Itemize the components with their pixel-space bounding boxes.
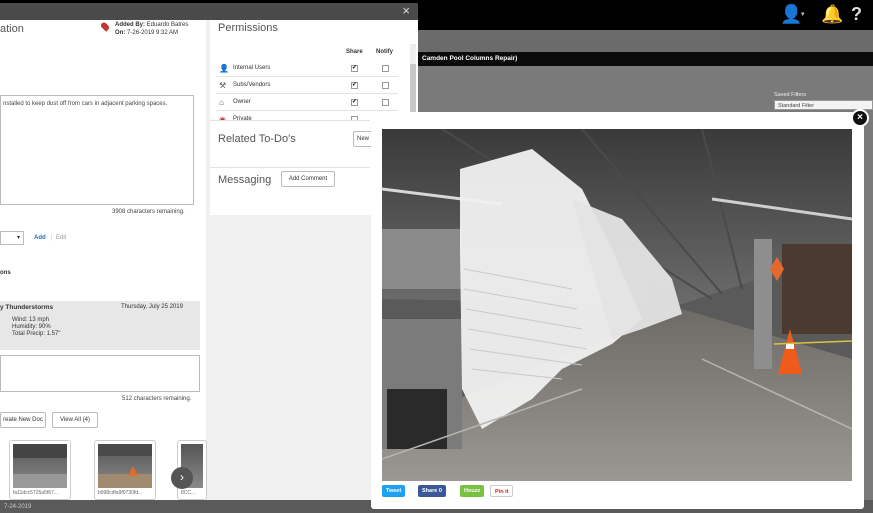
saved-filters-label: Saved Filters: [774, 92, 807, 98]
houzz-button[interactable]: Houzz: [460, 485, 485, 497]
photo-thumbnail[interactable]: fa11dcc5725a5f67...: [9, 440, 71, 500]
weather-panel: y Thunderstorms Thursday, July 25 2019 W…: [0, 301, 200, 350]
edit-link[interactable]: Edit: [56, 235, 66, 241]
bell-icon[interactable]: 🔔: [821, 4, 843, 24]
description-textarea[interactable]: nstalled to keep dust off from cars in a…: [0, 95, 194, 205]
view-all-button[interactable]: View All (4): [52, 412, 98, 428]
chevron-down-icon: ▾: [16, 235, 20, 241]
tag-select[interactable]: ▾: [0, 231, 24, 245]
weather-wind: Wind: 13 mph: [12, 317, 50, 323]
chevron-down-icon[interactable]: ▾: [801, 10, 805, 18]
saved-filters: Saved Filters Standard Filter: [774, 92, 873, 110]
daily-log-modal: × ation Added By: Eduardo Batres On: 7-2…: [0, 3, 418, 500]
description-char-count: 3908 characters remaining.: [112, 209, 185, 215]
thumbnail-caption: fa11dcc5725a5f67...: [13, 490, 58, 496]
thumbnail-image: [98, 444, 152, 488]
thumbnail-image: [13, 444, 67, 488]
notify-checkbox[interactable]: [382, 82, 389, 89]
home-icon: ⌂: [219, 98, 224, 107]
permissions-title: Permissions: [218, 22, 278, 34]
messaging-title: Messaging: [218, 174, 272, 186]
permission-row: ⌂ Owner ✔: [216, 94, 398, 111]
share-checkbox[interactable]: ✔: [351, 82, 358, 89]
weather-humidity: Humidity: 90%: [12, 324, 51, 330]
pinit-button[interactable]: Pin it: [490, 485, 514, 497]
weather-precip: Total Precip: 1.57": [12, 331, 61, 337]
location-pin-icon: [99, 21, 111, 32]
weather-condition: y Thunderstorms: [0, 304, 54, 311]
weather-date: Thursday, July 25 2019: [121, 304, 183, 310]
new-todo-button[interactable]: New: [353, 131, 373, 147]
user-icon: 👤: [219, 64, 229, 73]
help-icon[interactable]: ?: [851, 4, 862, 24]
tweet-button[interactable]: Tweet: [382, 485, 406, 497]
hammer-icon: ⚒: [219, 81, 227, 90]
thumbnail-caption: 8CC...: [181, 490, 196, 496]
create-new-doc-button[interactable]: reate New Doc: [0, 412, 46, 428]
thumbnail-caption: b998cdfa9f0730fd...: [98, 490, 143, 496]
lightbox-close-icon[interactable]: ×: [851, 109, 869, 127]
add-comment-button[interactable]: Add Comment: [281, 171, 335, 187]
modal-left-column: ation Added By: Eduardo Batres On: 7-26-…: [0, 20, 207, 500]
section-title: ation: [0, 23, 24, 35]
user-icon[interactable]: 👤: [780, 4, 802, 24]
added-by-name: Eduardo Batres: [146, 22, 189, 28]
bottom-date: 7-24-2019: [4, 504, 32, 510]
notes-char-count: 512 characters remaining.: [122, 396, 192, 402]
lightbox-photo: [382, 129, 852, 481]
modal-header: ×: [0, 3, 418, 20]
share-checkbox[interactable]: ✔: [351, 65, 358, 72]
photo-lightbox: × Tweet Share 0 Houzz Pin it: [371, 109, 869, 509]
notify-header: Notify: [376, 49, 393, 55]
permission-row: 👤 Internal Users ✔: [216, 60, 398, 77]
related-todos-title: Related To-Do's: [218, 133, 296, 145]
share-checkbox[interactable]: ✔: [351, 99, 358, 106]
added-on-date: 7-26-2019 9:32 AM: [127, 30, 179, 36]
share-header: Share: [346, 49, 363, 55]
messaging-section: Messaging Add Comment: [210, 167, 370, 215]
notes-textarea[interactable]: [0, 355, 200, 392]
notify-checkbox[interactable]: [382, 65, 389, 72]
add-link[interactable]: Add: [34, 235, 46, 241]
job-title-bar: Camden Pool Columns Repair): [418, 52, 873, 66]
related-todos-section: Related To-Do's New: [210, 120, 373, 166]
carousel-next-icon[interactable]: ›: [171, 467, 193, 489]
conditions-heading: ons: [0, 270, 11, 276]
modal-close-icon[interactable]: ×: [402, 4, 410, 18]
facebook-share-button[interactable]: Share 0: [418, 485, 446, 497]
photo-thumbnail[interactable]: b998cdfa9f0730fd...: [94, 440, 156, 500]
permission-row: ⚒ Subs/Vendors ✔: [216, 77, 398, 94]
notify-checkbox[interactable]: [382, 99, 389, 106]
parking-garage-photo: [382, 129, 852, 481]
added-by-block: Added By: Eduardo Batres On: 7-26-2019 9…: [99, 21, 188, 36]
